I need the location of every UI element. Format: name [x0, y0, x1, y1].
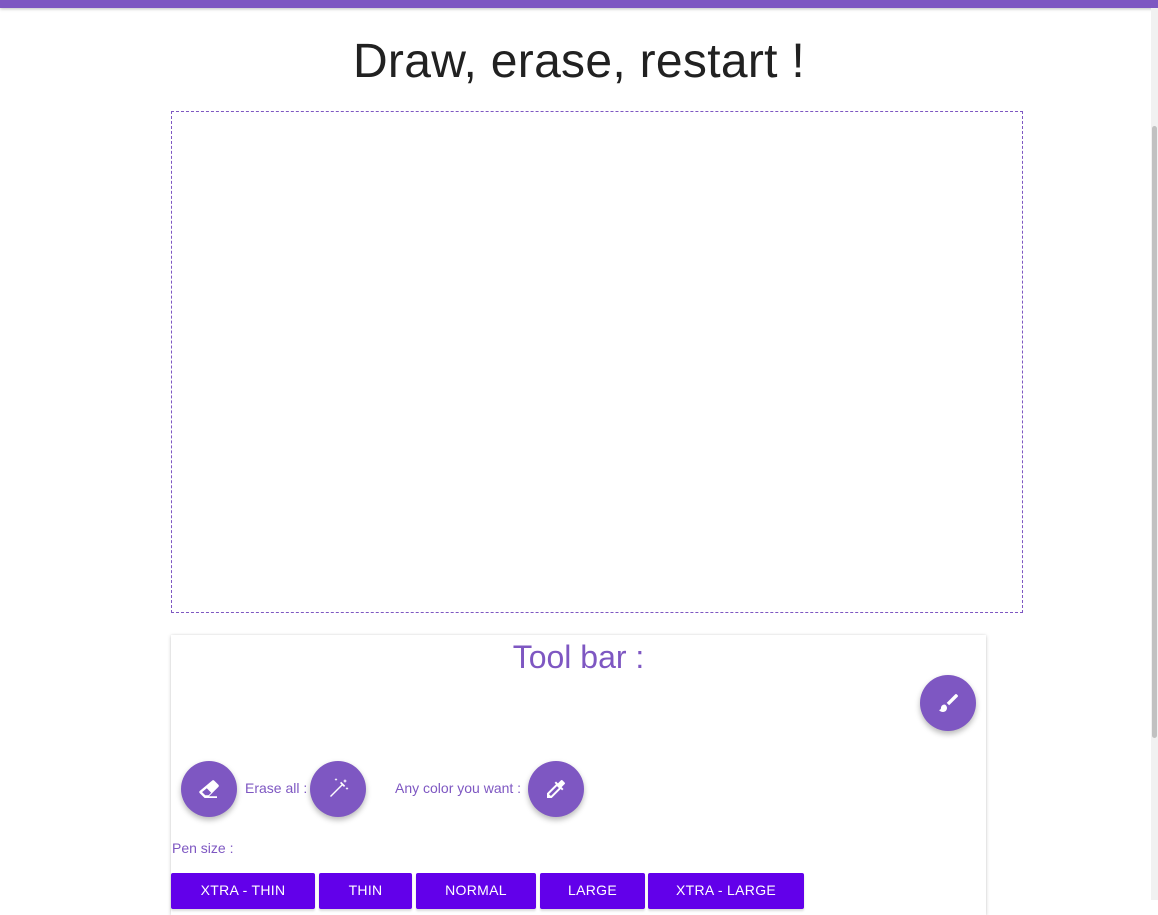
page-title: Draw, erase, restart !: [352, 35, 806, 88]
color-picker-button[interactable]: [528, 761, 584, 817]
magic-wand-icon: [330, 778, 349, 797]
erase-all-label: Erase all :: [245, 780, 308, 796]
color-label: Any color you want :: [395, 780, 522, 796]
scrollbar-thumb[interactable]: [1152, 126, 1157, 738]
toolbar-title: Tool bar :: [512, 639, 645, 675]
drawing-canvas[interactable]: [171, 111, 1023, 613]
pen-size-thin-button[interactable]: THIN: [319, 873, 412, 909]
vertical-scrollbar[interactable]: [1151, 8, 1158, 900]
brush-icon: [939, 694, 958, 712]
pen-size-xtra-thin-button[interactable]: XTRA - THIN: [171, 873, 315, 909]
pen-size-xtra-large-button[interactable]: XTRA - LARGE: [648, 873, 804, 909]
erase-all-button[interactable]: [310, 761, 366, 817]
pen-size-label: Pen size :: [172, 840, 234, 856]
eraser-icon: [199, 780, 219, 798]
eraser-button[interactable]: [181, 761, 237, 817]
toolbar-card: Tool bar : Erase all : Any color you wan…: [171, 635, 986, 915]
eyedropper-icon: [547, 780, 565, 798]
brush-button[interactable]: [920, 675, 976, 731]
pen-size-large-button[interactable]: LARGE: [540, 873, 645, 909]
pen-size-normal-button[interactable]: NORMAL: [416, 873, 536, 909]
top-app-bar: [0, 0, 1158, 8]
